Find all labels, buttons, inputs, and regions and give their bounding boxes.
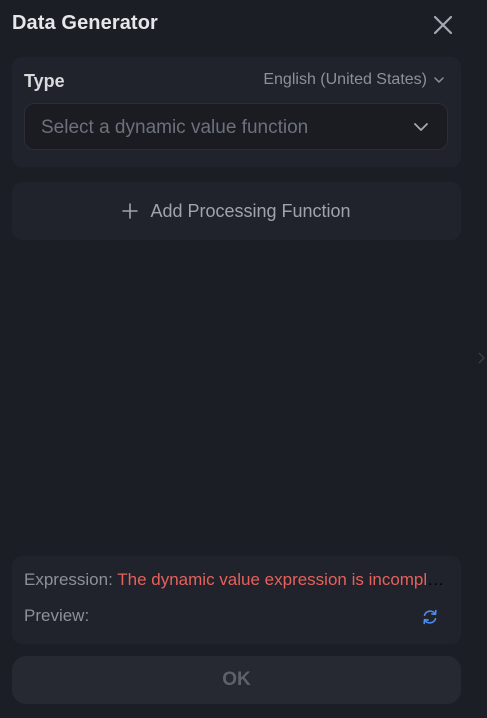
- preview-key: Preview:: [24, 606, 90, 625]
- data-generator-panel: Data Generator Type English (United Stat…: [0, 0, 487, 718]
- locale-label: English (United States): [263, 71, 427, 88]
- close-icon[interactable]: [430, 12, 456, 38]
- panel-header: Data Generator: [0, 0, 487, 50]
- chevron-right-icon: [478, 352, 485, 364]
- select-placeholder: Select a dynamic value function: [41, 117, 309, 138]
- dynamic-function-select[interactable]: Select a dynamic value function: [24, 103, 448, 150]
- expression-section: Expression: The dynamic value expression…: [12, 556, 461, 644]
- expression-error: The dynamic value expression is incomple…: [117, 570, 450, 589]
- chevron-down-icon: [414, 123, 428, 131]
- panel-title: Data Generator: [12, 12, 158, 34]
- add-processing-label: Add Processing Function: [150, 200, 351, 221]
- add-processing-function-button[interactable]: Add Processing Function: [12, 182, 461, 240]
- expression-key: Expression:: [24, 570, 113, 589]
- expression-row: Expression: The dynamic value expression…: [24, 570, 450, 590]
- locale-dropdown[interactable]: English (United States): [263, 71, 445, 89]
- plus-icon: [122, 203, 139, 219]
- ok-button[interactable]: OK: [12, 656, 461, 704]
- chevron-down-icon: [434, 77, 444, 83]
- type-section: Type English (United States) Select a dy…: [12, 57, 461, 167]
- type-label: Type: [24, 71, 65, 91]
- refresh-icon[interactable]: [420, 607, 440, 627]
